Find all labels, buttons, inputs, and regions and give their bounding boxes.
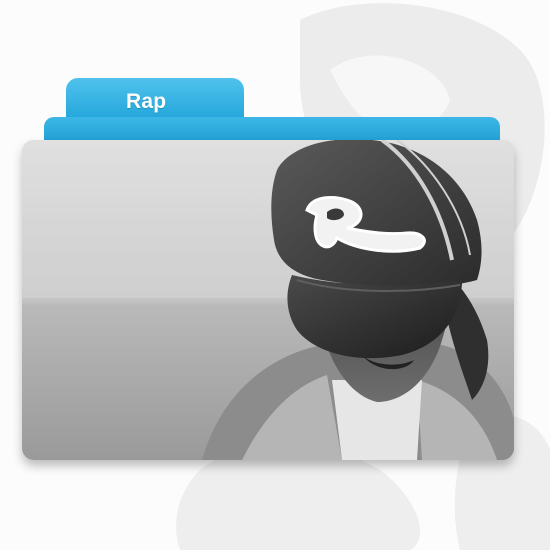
desktop-canvas: Rap: [0, 0, 550, 550]
folder-icon[interactable]: Rap: [0, 0, 550, 550]
folder-front-panel: [22, 140, 514, 460]
rapper-portrait-icon: [22, 140, 514, 460]
folder-label: Rap: [126, 90, 167, 113]
